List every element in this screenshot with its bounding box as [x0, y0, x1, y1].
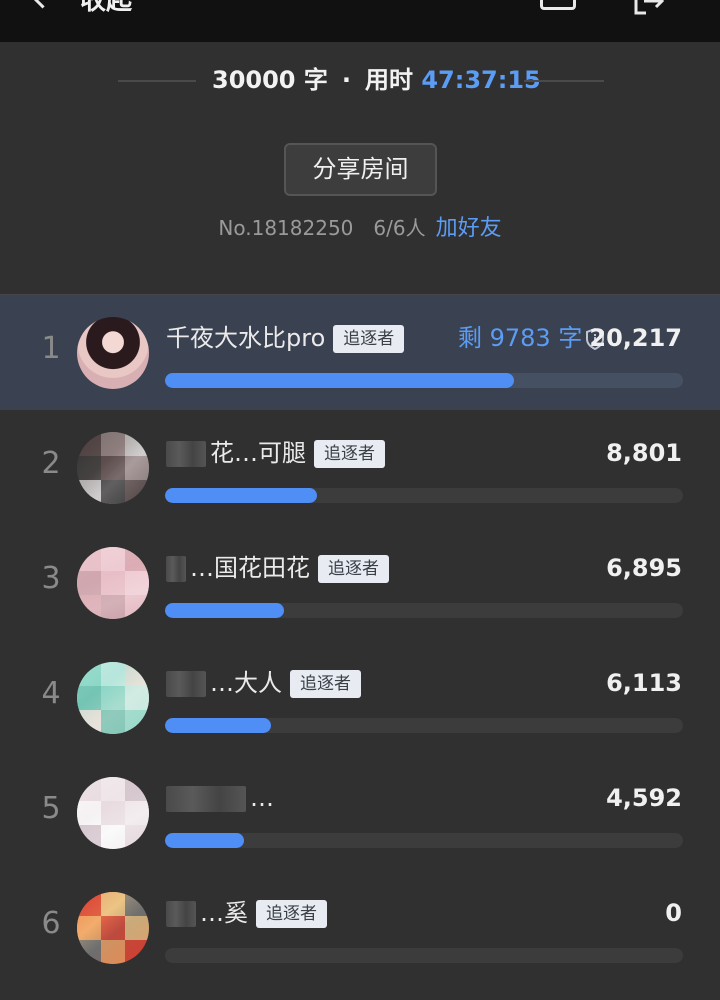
rank-number: 6: [41, 906, 61, 941]
name-blur-mask: [166, 671, 206, 697]
progress-fill: [165, 488, 317, 503]
separator-dot: ·: [341, 66, 351, 94]
chaser-badge: 追逐者: [314, 440, 385, 468]
ranking-row[interactable]: 2 花…可腿 追逐者 8,801: [0, 410, 720, 525]
divider-line-right: [524, 80, 604, 82]
player-name-text: …奚: [200, 899, 248, 927]
add-friend-link[interactable]: 加好友: [436, 216, 502, 241]
word-score: 6,895: [606, 554, 682, 582]
progress-track: [165, 603, 683, 618]
window-icon[interactable]: [540, 0, 576, 10]
progress-track: [165, 488, 683, 503]
avatar[interactable]: [77, 662, 149, 734]
ranking-row[interactable]: 4 …大人 追逐者 6,113: [0, 640, 720, 755]
share-room-button[interactable]: 分享房间: [284, 143, 437, 196]
player-name-text: …: [250, 784, 274, 812]
rank-number: 3: [41, 561, 61, 596]
progress-fill: [165, 373, 515, 388]
room-number: No.18182250: [218, 216, 354, 240]
exit-icon[interactable]: [632, 0, 666, 16]
progress-track: [165, 373, 683, 388]
chaser-badge: 追逐者: [290, 670, 361, 698]
rank-number: 4: [41, 676, 61, 711]
player-name: …: [166, 781, 274, 815]
name-blur-mask: [166, 556, 186, 582]
avatar[interactable]: [77, 777, 149, 849]
word-score: 6,113: [606, 669, 682, 697]
word-count: 30000 字: [212, 66, 328, 94]
ranking-row[interactable]: 5 … 4,592: [0, 755, 720, 870]
top-bar: 收起: [0, 0, 720, 42]
progress-track: [165, 718, 683, 733]
avatar[interactable]: [77, 317, 149, 389]
progress-fill: [165, 833, 245, 848]
name-blur-mask: [166, 901, 196, 927]
rank-number: 2: [41, 446, 61, 481]
stats-text: 30000 字 · 用时 47:37:15: [212, 62, 541, 98]
room-members: 6/6人: [373, 216, 426, 240]
player-name: …国花田花 追逐者: [166, 551, 389, 585]
player-name-text: …大人: [210, 669, 282, 697]
chaser-badge: 追逐者: [333, 325, 405, 353]
player-name-text: 千夜大水比pro: [166, 324, 326, 352]
time-label: 用时: [364, 66, 413, 94]
player-name: …大人 追逐者: [166, 666, 361, 700]
word-score: 0: [665, 899, 682, 927]
chaser-badge: 追逐者: [318, 555, 389, 583]
avatar[interactable]: [77, 432, 149, 504]
collapse-title[interactable]: 收起: [80, 0, 132, 16]
player-name-text: …国花田花: [190, 554, 310, 582]
remaining-words: 剩 9783 字: [458, 324, 583, 352]
session-stats: 30000 字 · 用时 47:37:15: [0, 62, 720, 98]
chaser-badge: 追逐者: [256, 900, 327, 928]
time-value: 47:37:15: [421, 66, 541, 94]
ranking-row[interactable]: 6 …奚 追逐者 0: [0, 870, 720, 985]
rank-number: 5: [41, 791, 61, 826]
name-blur-mask: [166, 786, 246, 812]
progress-fill: [165, 718, 271, 733]
player-name: …奚 追逐者: [166, 896, 327, 930]
room-info: No.18182250 6/6人 加好友: [0, 212, 720, 245]
divider-line-left: [118, 80, 196, 82]
player-name: 花…可腿 追逐者: [166, 436, 385, 470]
word-score: 8,801: [606, 439, 682, 467]
name-blur-mask: [166, 441, 206, 467]
progress-fill: [165, 603, 285, 618]
ranking-row[interactable]: 3 …国花田花 追逐者 6,895: [0, 525, 720, 640]
avatar[interactable]: [77, 547, 149, 619]
ranking-row[interactable]: 1 千夜大水比pro 追逐者 剩 9783 字 20,217: [0, 295, 720, 410]
word-score: 20,217: [589, 324, 682, 352]
player-name: 千夜大水比pro 追逐者: [166, 321, 405, 355]
rank-number: 1: [41, 331, 61, 366]
progress-track: [165, 833, 683, 848]
back-chevron-icon[interactable]: [30, 0, 55, 9]
avatar[interactable]: [77, 892, 149, 964]
progress-track: [165, 948, 683, 963]
player-name-text: 花…可腿: [210, 439, 306, 467]
word-score: 4,592: [606, 784, 682, 812]
